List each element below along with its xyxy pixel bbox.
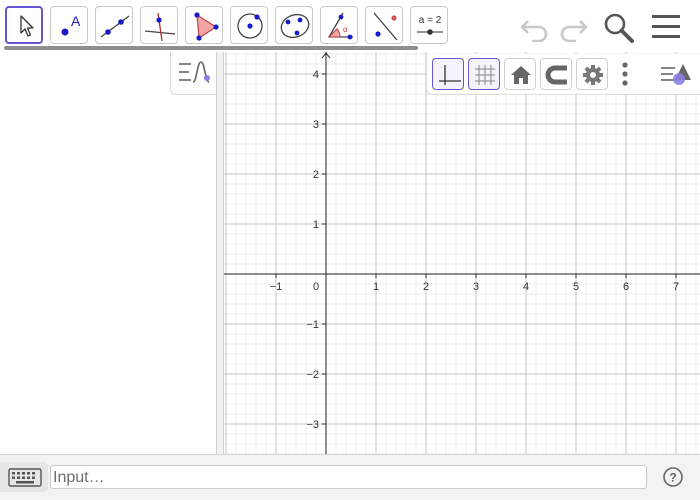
line-tool-button[interactable]	[95, 6, 133, 44]
x-tick-label: 2	[423, 281, 429, 293]
y-tick-label: −3	[306, 419, 319, 431]
x-tick-label: 6	[623, 281, 629, 293]
graphics-settings-button[interactable]	[576, 58, 608, 90]
reflect-tool-button[interactable]	[365, 6, 403, 44]
y-tick-label: 4	[313, 69, 319, 81]
reflect-about-line-icon	[373, 12, 398, 41]
show-axes-button[interactable]	[432, 58, 464, 90]
point-capturing-button[interactable]	[540, 58, 572, 90]
gear-icon	[583, 65, 603, 85]
slider-tool-label: a = 2	[419, 15, 442, 26]
polygon-tool-button[interactable]	[185, 6, 223, 44]
graphics-canvas[interactable]: −1 0 1 2 3 4 5 6 7 1 2 3 4 −1 −2 −3	[224, 52, 700, 454]
redo-icon[interactable]	[556, 12, 590, 42]
point-tool-label: A	[71, 13, 81, 29]
perpendicular-line-icon	[144, 12, 176, 42]
keyboard-icon	[8, 468, 42, 487]
x-tick-label: 1	[373, 281, 379, 293]
minor-gridlines	[224, 52, 700, 454]
y-tick-label: 2	[313, 169, 319, 181]
y-tick-label: 3	[313, 119, 319, 131]
svg-text:?: ?	[669, 471, 676, 485]
help-icon[interactable]: ?	[662, 466, 684, 488]
conic-through-points-icon	[280, 13, 310, 39]
show-grid-button[interactable]	[468, 58, 500, 90]
tick-labels: −1 0 1 2 3 4 5 6 7 1 2 3 4 −1 −2 −3	[270, 69, 679, 431]
cursor-arrow-icon	[20, 15, 34, 37]
perpendicular-line-tool-button[interactable]	[140, 6, 178, 44]
home-icon	[511, 66, 531, 84]
more-options-icon[interactable]	[619, 60, 631, 90]
y-tick-label: −2	[306, 369, 319, 381]
keyboard-button[interactable]	[0, 462, 48, 492]
search-icon[interactable]	[602, 11, 636, 45]
circle-tool-button[interactable]	[230, 6, 268, 44]
standard-view-button[interactable]	[504, 58, 536, 90]
graphics-style-bar	[426, 54, 700, 95]
circle-with-center-icon	[237, 13, 263, 39]
toolbar: A α a = 2	[0, 0, 700, 52]
polygon-icon	[194, 12, 219, 41]
undo-icon[interactable]	[518, 12, 552, 42]
show-grid-icon	[475, 65, 495, 85]
menu-icon[interactable]	[650, 13, 682, 41]
algebra-view-toggle-icon	[179, 61, 210, 83]
angle-tool-button[interactable]: α	[320, 6, 358, 44]
x-tick-label: 4	[523, 281, 529, 293]
y-tick-label: −1	[306, 319, 319, 331]
x-tick-label: 0	[313, 281, 319, 293]
point-tool-button[interactable]: A	[50, 6, 88, 44]
algebra-view[interactable]	[0, 52, 216, 454]
svg-text:α: α	[343, 25, 348, 34]
move-tool-button[interactable]	[5, 6, 43, 44]
graphics-view[interactable]: −1 0 1 2 3 4 5 6 7 1 2 3 4 −1 −2 −3	[224, 52, 700, 454]
x-tick-label: 3	[473, 281, 479, 293]
x-tick-label: −1	[270, 281, 283, 293]
algebra-view-toggle-button[interactable]	[170, 52, 216, 95]
slider-tool-button[interactable]: a = 2	[410, 6, 448, 44]
show-axes-icon	[439, 65, 461, 85]
line-icon	[100, 15, 130, 38]
view-divider[interactable]	[216, 52, 224, 454]
slider-icon: a = 2	[417, 15, 443, 35]
toolbar-scrollbar[interactable]	[4, 46, 418, 50]
toggle-style-bar-icon[interactable]	[657, 60, 695, 90]
x-tick-label: 5	[573, 281, 579, 293]
y-tick-label: 1	[313, 219, 319, 231]
conic-tool-button[interactable]	[275, 6, 313, 44]
magnet-icon	[545, 65, 567, 85]
angle-icon: α	[327, 12, 353, 40]
input-field[interactable]	[50, 465, 647, 489]
point-icon: A	[61, 13, 81, 36]
x-tick-label: 7	[673, 281, 679, 293]
